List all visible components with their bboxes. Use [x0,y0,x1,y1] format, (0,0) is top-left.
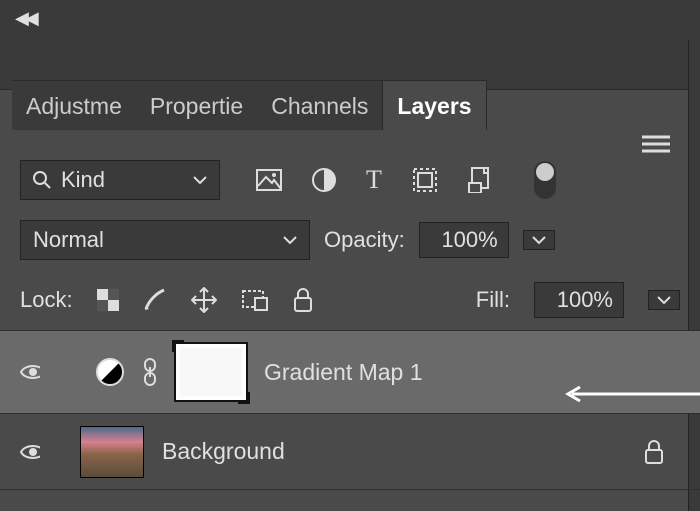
tab-bar: Adjustme Propertie Channels Layers [0,80,700,130]
tab-properties[interactable]: Propertie [136,80,257,130]
filter-type-label: Kind [61,167,105,193]
fill-field[interactable]: 100% [534,282,624,318]
visibility-icon[interactable] [20,443,40,461]
link-icon[interactable] [142,358,158,386]
adjustment-filter-icon[interactable] [312,168,336,192]
pixel-filter-icon[interactable] [256,169,282,191]
tab-label: Channels [271,93,368,119]
fill-dropdown-button[interactable] [648,290,680,310]
tab-label: Propertie [150,93,243,119]
opacity-field[interactable]: 100% [419,222,509,258]
tab-label: Adjustme [26,93,122,119]
lock-pixels-icon[interactable] [143,288,167,312]
lock-icons [97,287,313,313]
tab-adjustments[interactable]: Adjustme [12,80,136,130]
panel-menu-icon[interactable] [642,134,670,154]
type-filter-icon[interactable]: T [366,165,382,195]
layer-filter-row: Kind T [0,150,700,210]
lock-transparency-icon[interactable] [97,289,119,311]
chevron-down-icon [193,175,207,185]
layers-panel: ◀◀ Adjustme Propertie Channels Layers Ki… [0,0,700,511]
lock-artboard-icon[interactable] [241,288,269,312]
opacity-label: Opacity: [324,227,405,253]
layer-name[interactable]: Gradient Map 1 [264,359,423,386]
collapse-panel-icon[interactable]: ◀◀ [15,8,35,29]
lock-row: Lock: Fill: 100% [0,270,700,330]
adjustment-layer-icon [96,358,124,386]
filter-icons: T [256,161,556,199]
tab-channels[interactable]: Channels [257,80,382,130]
tab-layers[interactable]: Layers [382,80,486,130]
layer-mask-thumbnail[interactable] [176,344,246,400]
layer-thumbnail[interactable] [80,426,144,478]
filter-toggle[interactable] [534,161,556,199]
blend-mode-dropdown[interactable]: Normal [20,220,310,260]
lock-all-icon[interactable] [293,288,313,312]
background-lock-icon[interactable] [644,440,664,464]
fill-value: 100% [557,287,613,312]
blend-mode-label: Normal [33,227,104,253]
smartobject-filter-icon[interactable] [468,167,492,193]
lock-label: Lock: [20,287,73,313]
layer-row-background[interactable]: Background [0,414,700,490]
blend-row: Normal Opacity: 100% [0,210,700,270]
chevron-down-icon [283,235,297,245]
visibility-icon[interactable] [20,363,40,381]
tab-label: Layers [397,93,471,119]
lock-position-icon[interactable] [191,287,217,313]
opacity-value: 100% [441,227,497,252]
fill-label: Fill: [476,287,510,313]
layer-name[interactable]: Background [162,438,285,465]
annotation-arrow [560,384,700,404]
opacity-dropdown-button[interactable] [523,230,555,250]
panel-top-strip: ◀◀ [0,0,700,40]
search-icon [33,171,51,189]
shape-filter-icon[interactable] [412,167,438,193]
filter-type-dropdown[interactable]: Kind [20,160,220,200]
